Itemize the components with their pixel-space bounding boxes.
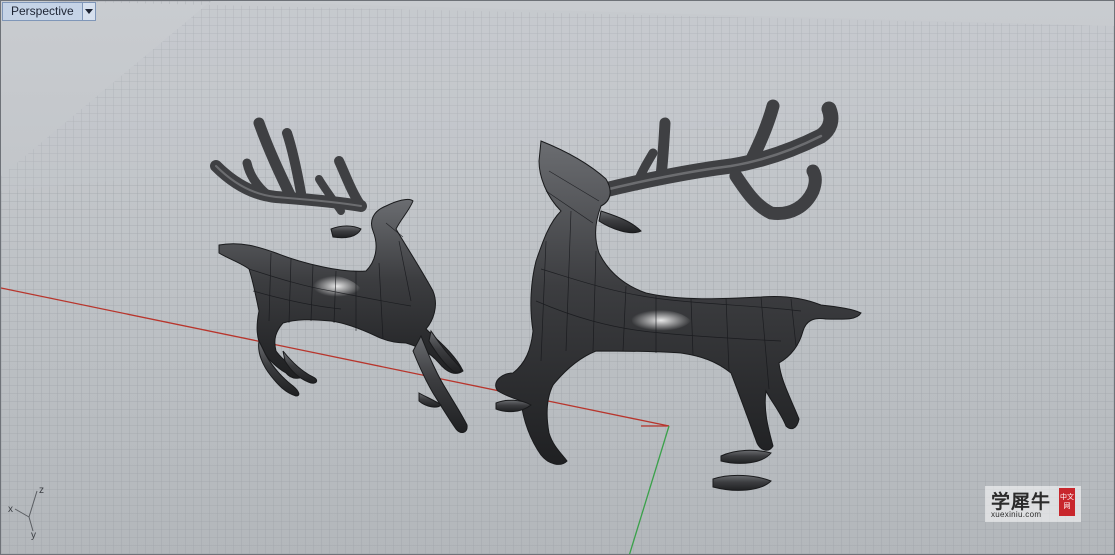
axis-z-label: z — [39, 485, 44, 496]
axis-orientation-widget: z x y — [8, 485, 44, 541]
axis-y-label: y — [31, 530, 36, 541]
watermark-badge: 中文网 — [1059, 488, 1075, 516]
viewport-title[interactable]: Perspective — [3, 3, 82, 20]
watermark-url: xuexiniu.com — [991, 510, 1042, 519]
3d-scene[interactable] — [1, 1, 1115, 555]
viewport-menu-dropdown[interactable] — [81, 3, 95, 20]
triangle-down-icon — [84, 9, 93, 14]
viewport-title-tab[interactable]: Perspective — [2, 2, 96, 21]
axis-x-label: x — [8, 504, 13, 515]
watermark-logo: 学犀牛 中文网 xuexiniu.com — [985, 486, 1081, 522]
perspective-viewport[interactable]: Perspective z x y 学犀牛 中文网 xuexiniu.com — [0, 0, 1115, 555]
